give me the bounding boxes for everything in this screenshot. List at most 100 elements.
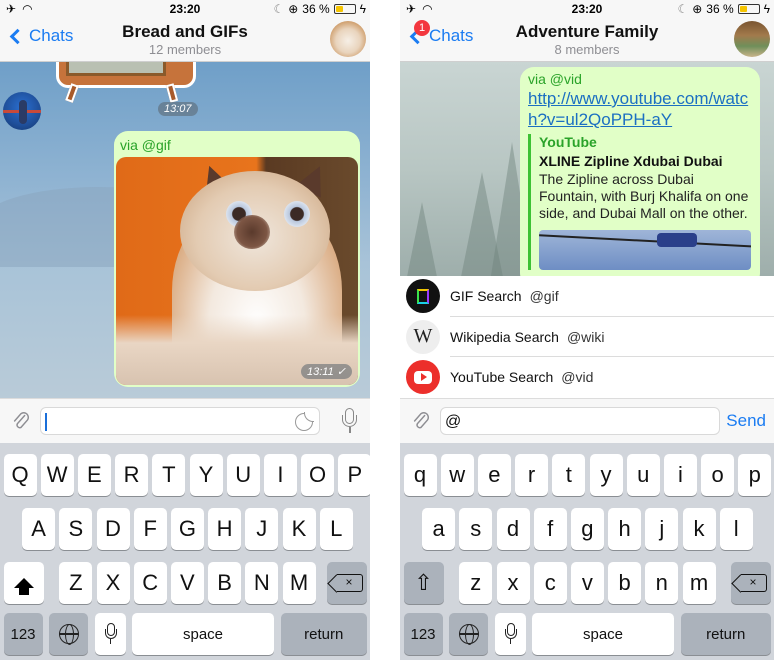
- key-q[interactable]: Q: [3, 454, 37, 496]
- numbers-key[interactable]: 123: [3, 613, 43, 655]
- key-h[interactable]: h: [608, 508, 642, 550]
- key-s[interactable]: S: [59, 508, 93, 550]
- gif-time: 13:11: [307, 366, 334, 378]
- key-t[interactable]: t: [552, 454, 586, 496]
- left-phone-screen: ✈ ◠ 23:20 ☾ ⊕ 36 % ϟ Chats Bread and GIF…: [0, 0, 370, 660]
- key-y[interactable]: Y: [189, 454, 223, 496]
- key-c[interactable]: C: [133, 562, 167, 604]
- key-u[interactable]: U: [226, 454, 260, 496]
- sticker-icon[interactable]: [295, 412, 314, 431]
- key-z[interactable]: z: [459, 562, 493, 604]
- chat-title[interactable]: Adventure Family: [400, 22, 774, 42]
- numbers-key[interactable]: 123: [403, 613, 443, 655]
- microphone-icon[interactable]: [342, 408, 357, 436]
- key-d[interactable]: d: [496, 508, 530, 550]
- key-s[interactable]: s: [459, 508, 493, 550]
- globe-icon: [58, 624, 79, 645]
- key-f[interactable]: F: [133, 508, 167, 550]
- youtube-link[interactable]: http://www.youtube.com/watch?v=ul2QoPPH-…: [528, 88, 752, 130]
- globe-key[interactable]: [49, 613, 88, 655]
- via-bot-label[interactable]: via @vid: [528, 71, 752, 87]
- key-e[interactable]: e: [477, 454, 511, 496]
- bot-suggestion-wiki[interactable]: W Wikipedia Search @wiki: [400, 317, 774, 358]
- attach-icon[interactable]: [410, 410, 432, 432]
- dictation-key[interactable]: [495, 613, 526, 655]
- key-m[interactable]: m: [682, 562, 716, 604]
- key-j[interactable]: J: [245, 508, 279, 550]
- globe-key[interactable]: [449, 613, 488, 655]
- key-g[interactable]: G: [170, 508, 204, 550]
- key-n[interactable]: n: [645, 562, 679, 604]
- backspace-key[interactable]: ×: [730, 562, 771, 604]
- group-avatar[interactable]: [734, 21, 770, 57]
- key-l[interactable]: L: [319, 508, 353, 550]
- attach-icon[interactable]: [10, 410, 32, 432]
- key-z[interactable]: Z: [59, 562, 93, 604]
- key-r[interactable]: R: [115, 454, 149, 496]
- key-h[interactable]: H: [208, 508, 242, 550]
- key-d[interactable]: D: [96, 508, 130, 550]
- key-f[interactable]: f: [533, 508, 567, 550]
- group-avatar[interactable]: [330, 21, 366, 57]
- key-y[interactable]: y: [589, 454, 623, 496]
- key-o[interactable]: o: [701, 454, 735, 496]
- shift-key[interactable]: [3, 562, 44, 604]
- key-j[interactable]: j: [645, 508, 679, 550]
- cat-gif[interactable]: 13:11 ✓: [116, 157, 358, 385]
- bot-suggestion-vid[interactable]: YouTube Search @vid: [400, 357, 774, 398]
- key-p[interactable]: P: [338, 454, 370, 496]
- microphone-icon: [504, 623, 517, 645]
- key-o[interactable]: O: [301, 454, 335, 496]
- key-i[interactable]: I: [263, 454, 297, 496]
- preview-thumbnail[interactable]: [539, 230, 751, 270]
- bot-name: YouTube Search: [450, 369, 554, 386]
- message-list[interactable]: via @vid http://www.youtube.com/watch?v=…: [400, 62, 774, 276]
- message-input[interactable]: [40, 407, 320, 435]
- key-w[interactable]: W: [40, 454, 74, 496]
- send-button[interactable]: Send: [726, 411, 766, 431]
- key-l[interactable]: l: [719, 508, 753, 550]
- link-preview[interactable]: YouTube XLINE Zipline Xdubai Dubai The Z…: [528, 134, 752, 270]
- dictation-key[interactable]: [95, 613, 126, 655]
- key-q[interactable]: q: [403, 454, 437, 496]
- key-v[interactable]: V: [170, 562, 204, 604]
- backspace-key[interactable]: ×: [326, 562, 367, 604]
- key-x[interactable]: x: [496, 562, 530, 604]
- charging-icon: ϟ: [763, 2, 770, 16]
- message-input[interactable]: @: [440, 407, 720, 435]
- key-p[interactable]: p: [738, 454, 772, 496]
- keyboard: Q W E R T Y U I O P A S D F G H J K L Z X C V B N M × 123 space retur…: [0, 443, 370, 660]
- bot-suggestion-gif[interactable]: GIF Search @gif: [400, 276, 774, 317]
- key-k[interactable]: k: [682, 508, 716, 550]
- key-e[interactable]: E: [77, 454, 111, 496]
- gif-timestamp: 13:11 ✓: [301, 364, 352, 379]
- gif-message-bubble[interactable]: via @gif 13:11 ✓: [114, 131, 360, 387]
- key-k[interactable]: K: [282, 508, 316, 550]
- key-c[interactable]: c: [533, 562, 567, 604]
- space-key[interactable]: space: [132, 613, 274, 655]
- key-i[interactable]: i: [663, 454, 697, 496]
- key-b[interactable]: b: [608, 562, 642, 604]
- key-t[interactable]: T: [152, 454, 186, 496]
- shift-key[interactable]: ⇧: [403, 562, 444, 604]
- tv-sticker[interactable]: [52, 62, 202, 104]
- via-bot-label[interactable]: via @gif: [120, 137, 171, 153]
- sender-avatar[interactable]: [3, 92, 41, 130]
- return-key[interactable]: return: [681, 613, 771, 655]
- space-key[interactable]: space: [532, 613, 674, 655]
- key-x[interactable]: X: [96, 562, 130, 604]
- key-b[interactable]: B: [208, 562, 242, 604]
- key-v[interactable]: v: [570, 562, 604, 604]
- return-key[interactable]: return: [281, 613, 367, 655]
- key-m[interactable]: M: [282, 562, 316, 604]
- key-r[interactable]: r: [515, 454, 549, 496]
- link-message-bubble[interactable]: via @vid http://www.youtube.com/watch?v=…: [520, 67, 760, 276]
- key-a[interactable]: a: [422, 508, 456, 550]
- key-g[interactable]: g: [570, 508, 604, 550]
- key-u[interactable]: u: [626, 454, 660, 496]
- key-w[interactable]: w: [440, 454, 474, 496]
- message-list[interactable]: 13:07 via @gif 13:11 ✓: [0, 62, 370, 398]
- chat-title[interactable]: Bread and GIFs: [0, 22, 370, 42]
- key-n[interactable]: N: [245, 562, 279, 604]
- key-a[interactable]: A: [22, 508, 56, 550]
